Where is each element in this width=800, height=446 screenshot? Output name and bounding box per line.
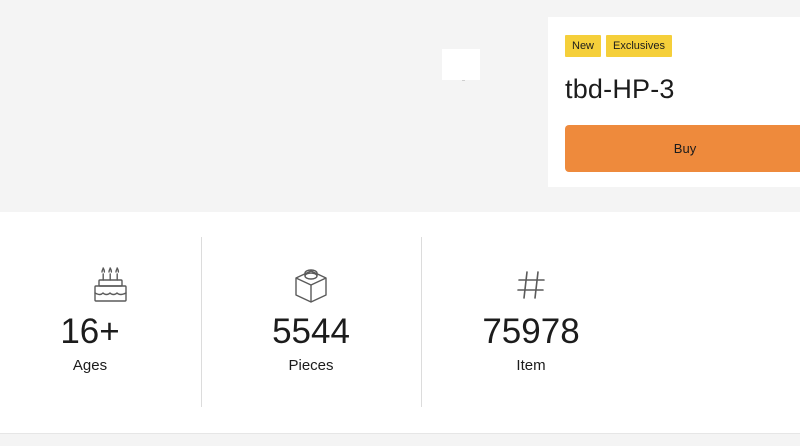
image-indicator [462,80,465,81]
cake-icon [94,267,127,302]
spec-item-value: 75978 [482,312,580,351]
hash-icon [517,271,545,299]
spec-ages: 16+ Ages [0,237,220,407]
product-title: tbd-HP-3 [565,74,675,104]
badge-list: New Exclusives [565,35,672,57]
product-specs: 16+ Ages 5544 Pieces 75978 Item [0,237,800,407]
spec-pieces-value: 5544 [272,312,350,351]
spec-item: 75978 Item [421,237,641,407]
spec-pieces: 5544 Pieces [201,237,421,407]
spec-ages-label: Ages [72,357,108,374]
buy-button[interactable]: Buy [565,125,800,172]
brick-icon [295,269,327,303]
product-image-placeholder[interactable] [442,49,480,80]
badge-exclusives: Exclusives [606,35,672,57]
spec-ages-value: 16+ [60,312,120,351]
spec-pieces-label: Pieces [288,357,334,374]
section-divider [0,433,800,446]
product-card: New Exclusives tbd-HP-3 Buy [548,17,800,187]
spec-item-label: Item [516,357,546,374]
badge-new: New [565,35,602,57]
